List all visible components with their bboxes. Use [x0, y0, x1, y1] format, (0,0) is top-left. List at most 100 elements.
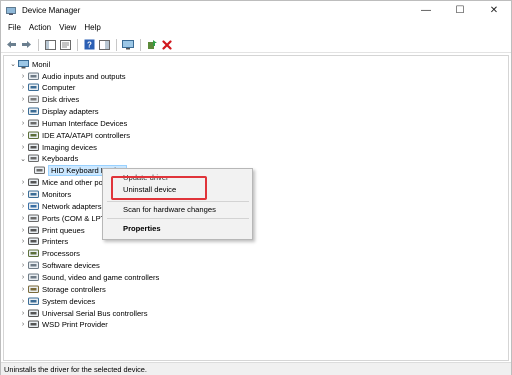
scan-hardware-button[interactable]	[121, 38, 135, 52]
expand-arrow-icon[interactable]: ›	[18, 224, 28, 236]
expand-arrow-icon[interactable]: ›	[18, 283, 28, 295]
tree-category-item[interactable]: › Software devices	[18, 260, 100, 272]
hid-icon	[28, 118, 39, 128]
ide-icon	[28, 130, 39, 140]
tree-category-item[interactable]: › Printers	[18, 236, 68, 248]
menu-view[interactable]: View	[55, 21, 80, 35]
expand-arrow-icon[interactable]: ›	[18, 212, 28, 224]
tree-category-item[interactable]: › Universal Serial Bus controllers	[18, 307, 148, 319]
menu-action[interactable]: Action	[25, 21, 55, 35]
cpu-icon	[28, 249, 39, 259]
tree-category-item[interactable]: ⌄ Keyboards	[18, 153, 78, 165]
status-text: Uninstalls the driver for the selected d…	[4, 364, 147, 374]
tree-category-item[interactable]: › Processors	[18, 248, 80, 260]
tree-item-label: Imaging devices	[42, 142, 97, 152]
ctx-separator	[107, 201, 249, 202]
printer-icon	[28, 225, 39, 235]
display-icon	[28, 107, 39, 117]
toolbar-separator	[116, 38, 117, 51]
expand-arrow-icon[interactable]: ›	[18, 248, 28, 260]
camera-icon	[28, 142, 39, 152]
printer-icon	[28, 320, 39, 330]
tree-category-item[interactable]: › Storage controllers	[18, 283, 106, 295]
menu-help[interactable]: Help	[80, 21, 104, 35]
tree-category-item[interactable]: › Print queues	[18, 224, 85, 236]
tree-item-label: System devices	[42, 296, 96, 306]
help-button[interactable]: ?	[82, 38, 96, 52]
tree-root-label: Monil	[32, 59, 51, 69]
properties-icon	[59, 39, 71, 50]
expand-arrow-icon[interactable]: ›	[18, 94, 28, 106]
tree-category-item[interactable]: › Ports (COM & LPT)	[18, 212, 108, 224]
collapse-arrow-icon[interactable]: ⌄	[18, 153, 28, 165]
expand-arrow-icon[interactable]: ›	[18, 177, 28, 189]
toolbar-separator	[77, 38, 78, 51]
uninstall-button[interactable]	[160, 38, 174, 52]
expand-arrow-icon[interactable]: ›	[18, 82, 28, 94]
properties-button[interactable]	[58, 38, 72, 52]
show-hide-console-tree-button[interactable]	[43, 38, 57, 52]
expand-arrow-icon[interactable]: ›	[18, 70, 28, 82]
minimize-button[interactable]: —	[409, 1, 443, 20]
menu-file[interactable]: File	[4, 21, 25, 35]
tree-root[interactable]: ⌄ Monil	[8, 58, 50, 70]
expand-arrow-icon[interactable]: ›	[18, 189, 28, 201]
system-icon	[28, 296, 39, 306]
show-hide-console-tree-icon	[44, 39, 56, 50]
expand-arrow-icon[interactable]: ›	[18, 129, 28, 141]
expand-arrow-icon[interactable]: ›	[18, 295, 28, 307]
uninstall-highlight-box	[111, 176, 207, 200]
tree-category-item[interactable]: › Sound, video and game controllers	[18, 271, 160, 283]
window-title: Device Manager	[22, 6, 81, 15]
action-pane-icon	[98, 39, 110, 50]
tree-category-item[interactable]: › Network adapters	[18, 200, 102, 212]
speaker-icon	[28, 71, 39, 81]
uninstall-icon	[162, 39, 172, 50]
tree-category-item[interactable]: › Imaging devices	[18, 141, 97, 153]
monitor-icon	[28, 190, 39, 200]
tree-category-item[interactable]: › WSD Print Provider	[18, 319, 108, 331]
device-manager-app-icon	[6, 6, 16, 16]
expand-arrow-icon[interactable]: ›	[18, 200, 28, 212]
close-button[interactable]: ✕	[477, 1, 511, 20]
back-button[interactable]	[4, 38, 18, 52]
tree-category-item[interactable]: › IDE ATA/ATAPI controllers	[18, 129, 130, 141]
expand-arrow-icon[interactable]: ›	[18, 236, 28, 248]
tree-category-item[interactable]: › Computer	[18, 82, 76, 94]
tree-category-item[interactable]: › Human Interface Devices	[18, 117, 127, 129]
tree-item-label: Processors	[42, 249, 80, 259]
collapse-arrow-icon[interactable]: ⌄	[8, 58, 18, 70]
action-pane-button[interactable]	[97, 38, 111, 52]
ctx-scan-hardware[interactable]: Scan for hardware changes	[123, 205, 216, 214]
tree-category-item[interactable]: › Audio inputs and outputs	[18, 70, 126, 82]
svg-text:?: ?	[87, 41, 92, 50]
computer-icon	[18, 59, 29, 69]
tree-item-label: IDE ATA/ATAPI controllers	[42, 130, 131, 140]
tree-item-label: WSD Print Provider	[42, 320, 108, 330]
tree-item-label: Display adapters	[42, 107, 99, 117]
tree-item-label: Software devices	[42, 261, 100, 271]
expand-arrow-icon[interactable]: ›	[18, 106, 28, 118]
expand-arrow-icon[interactable]: ›	[18, 307, 28, 319]
ctx-separator	[107, 218, 249, 219]
back-icon	[6, 41, 16, 48]
sound-icon	[28, 272, 39, 282]
tree-item-label: Universal Serial Bus controllers	[42, 308, 148, 318]
expand-arrow-icon[interactable]: ›	[18, 271, 28, 283]
tree-category-item[interactable]: › Display adapters	[18, 106, 99, 118]
update-driver-button[interactable]	[145, 38, 159, 52]
disk-icon	[28, 95, 39, 105]
tree-category-item[interactable]: › System devices	[18, 295, 95, 307]
ctx-properties[interactable]: Properties	[123, 224, 161, 233]
expand-arrow-icon[interactable]: ›	[18, 319, 28, 331]
update-driver-icon	[147, 40, 157, 49]
caption-buttons: — ☐ ✕	[409, 1, 511, 20]
tree-category-item[interactable]: › Monitors	[18, 189, 71, 201]
expand-arrow-icon[interactable]: ›	[18, 141, 28, 153]
expand-arrow-icon[interactable]: ›	[18, 117, 28, 129]
maximize-button[interactable]: ☐	[443, 1, 477, 20]
printer-icon	[28, 237, 39, 247]
tree-category-item[interactable]: › Disk drives	[18, 94, 79, 106]
expand-arrow-icon[interactable]: ›	[18, 260, 28, 272]
forward-button[interactable]	[19, 38, 33, 52]
